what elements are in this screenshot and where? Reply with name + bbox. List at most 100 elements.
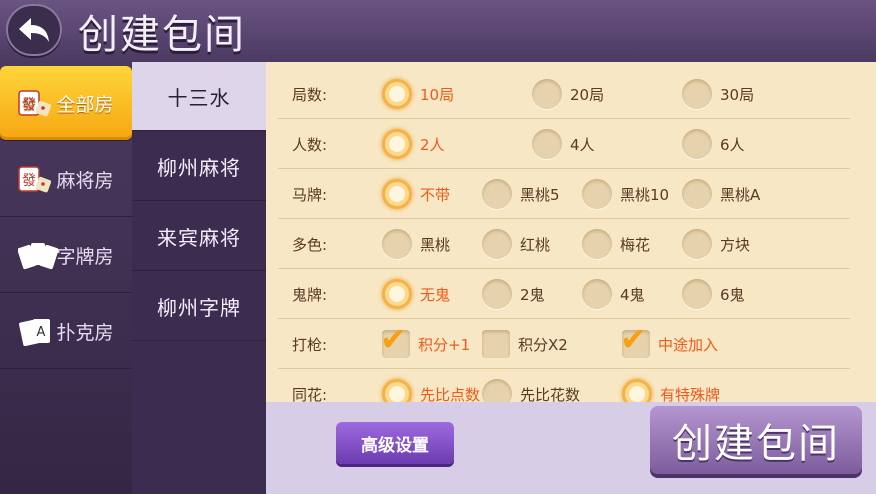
- radio-option[interactable]: 无鬼: [382, 276, 450, 312]
- advanced-settings-button[interactable]: 高级设置: [336, 422, 454, 464]
- radio-icon: [682, 179, 712, 209]
- option-label: 局数:: [292, 86, 328, 104]
- create-room-button[interactable]: 创建包间: [650, 406, 862, 474]
- radio-option[interactable]: 黑桃A: [682, 176, 760, 212]
- radio-icon: [382, 129, 412, 159]
- category-tab-1[interactable]: 發 麻将房: [0, 142, 132, 217]
- option-text: 有特殊牌: [660, 385, 721, 403]
- radio-option[interactable]: 10局: [382, 76, 454, 112]
- radio-option[interactable]: 30局: [682, 76, 754, 112]
- radio-icon: [482, 229, 512, 259]
- header-bar: 创建包间: [0, 0, 876, 62]
- option-row-3: 多色: 黑桃 红桃 梅花 方块: [278, 220, 850, 269]
- radio-icon: [682, 279, 712, 309]
- radio-icon: [382, 379, 412, 402]
- option-label: 打枪:: [292, 336, 328, 354]
- radio-option[interactable]: 先比花数: [482, 376, 580, 402]
- radio-icon: [682, 129, 712, 159]
- option-text: 方块: [720, 235, 751, 254]
- game-item-0[interactable]: 十三水: [132, 62, 266, 131]
- option-label: 同花:: [292, 386, 328, 402]
- option-text: 10局: [420, 85, 455, 104]
- option-row-1: 人数: 2人 4人 6人: [278, 120, 850, 169]
- game-list: 十三水 柳州麻将 来宾麻将 柳州字牌: [132, 62, 266, 494]
- category-sidebar: 發全部房發麻将房 字牌房 A 扑克房: [0, 62, 132, 494]
- radio-icon: [482, 279, 512, 309]
- radio-option[interactable]: 方块: [682, 226, 750, 262]
- option-text: 黑桃: [420, 235, 451, 254]
- radio-icon: [532, 79, 562, 109]
- radio-icon: [582, 279, 612, 309]
- radio-icon: [482, 379, 512, 402]
- mahjong-dice-icon: 發: [18, 88, 52, 118]
- game-item-2[interactable]: 来宾麻将: [132, 202, 266, 271]
- svg-text:A: A: [37, 325, 46, 340]
- radio-option[interactable]: 6鬼: [682, 276, 745, 312]
- category-label: 字牌房: [56, 245, 114, 268]
- radio-icon: [482, 179, 512, 209]
- option-row-5: 打枪: 积分+1 积分X2 中途加入: [278, 320, 850, 369]
- category-tab-3[interactable]: A 扑克房: [0, 294, 132, 369]
- option-text: 无鬼: [420, 285, 451, 304]
- option-text: 先比点数: [420, 385, 481, 403]
- checkbox-option[interactable]: 中途加入: [620, 320, 719, 362]
- poker-icon: A: [18, 316, 52, 347]
- mahjong-dice-icon: 發: [18, 164, 52, 194]
- category-tab-0[interactable]: 發 全部房: [0, 66, 132, 141]
- radio-option[interactable]: 黑桃10: [582, 176, 669, 212]
- options-panel: 局数: 10局 20局 30局 人数: 2人 4人 6人 马牌: 不带 黑桃5 黑桃10 黑桃A 多色: 黑…: [266, 62, 876, 402]
- radio-option[interactable]: 20局: [532, 76, 604, 112]
- option-text: 4鬼: [620, 285, 645, 304]
- option-text: 中途加入: [658, 335, 719, 354]
- radio-icon: [382, 279, 412, 309]
- checkbox-option[interactable]: 积分+1: [380, 320, 470, 362]
- option-text: 20局: [570, 85, 605, 104]
- category-tab-2[interactable]: 字牌房: [0, 218, 132, 293]
- option-label: 马牌:: [292, 186, 328, 204]
- page-title: 创建包间: [78, 12, 246, 58]
- radio-option[interactable]: 2人: [382, 126, 445, 162]
- back-arrow-icon: [19, 18, 49, 42]
- radio-icon: [382, 79, 412, 109]
- option-text: 30局: [720, 85, 755, 104]
- radio-icon: [622, 379, 652, 402]
- radio-option[interactable]: 先比点数: [382, 376, 480, 402]
- option-text: 2人: [420, 135, 445, 154]
- game-item-1[interactable]: 柳州麻将: [132, 132, 266, 201]
- back-button[interactable]: [6, 4, 62, 56]
- option-label: 鬼牌:: [292, 286, 328, 304]
- radio-icon: [582, 229, 612, 259]
- radio-option[interactable]: 黑桃: [382, 226, 450, 262]
- option-text: 黑桃A: [720, 185, 761, 204]
- radio-option[interactable]: 6人: [682, 126, 745, 162]
- radio-option[interactable]: 黑桃5: [482, 176, 560, 212]
- radio-option[interactable]: 梅花: [582, 226, 650, 262]
- option-label: 人数:: [292, 136, 328, 154]
- radio-option[interactable]: 4鬼: [582, 276, 645, 312]
- checkbox-icon: [380, 320, 410, 358]
- option-text: 梅花: [620, 235, 651, 254]
- option-text: 红桃: [520, 235, 551, 254]
- radio-icon: [382, 179, 412, 209]
- radio-icon: [532, 129, 562, 159]
- radio-option[interactable]: 不带: [382, 176, 450, 212]
- cards-icon: [17, 240, 60, 270]
- option-text: 6人: [720, 135, 745, 154]
- option-row-0: 局数: 10局 20局 30局: [278, 70, 850, 119]
- radio-icon: [582, 179, 612, 209]
- radio-option[interactable]: 红桃: [482, 226, 550, 262]
- radio-option[interactable]: 4人: [532, 126, 595, 162]
- radio-icon: [682, 79, 712, 109]
- option-text: 2鬼: [520, 285, 545, 304]
- radio-option[interactable]: 2鬼: [482, 276, 545, 312]
- checkbox-icon: [620, 320, 650, 358]
- category-label: 麻将房: [56, 169, 114, 192]
- radio-icon: [682, 229, 712, 259]
- option-row-4: 鬼牌: 无鬼 2鬼 4鬼 6鬼: [278, 270, 850, 319]
- svg-text:發: 發: [22, 173, 36, 189]
- game-item-3[interactable]: 柳州字牌: [132, 272, 266, 341]
- checkbox-option[interactable]: 积分X2: [482, 326, 568, 362]
- radio-option[interactable]: 有特殊牌: [622, 376, 720, 402]
- option-text: 先比花数: [520, 385, 581, 403]
- checkbox-icon: [482, 330, 510, 358]
